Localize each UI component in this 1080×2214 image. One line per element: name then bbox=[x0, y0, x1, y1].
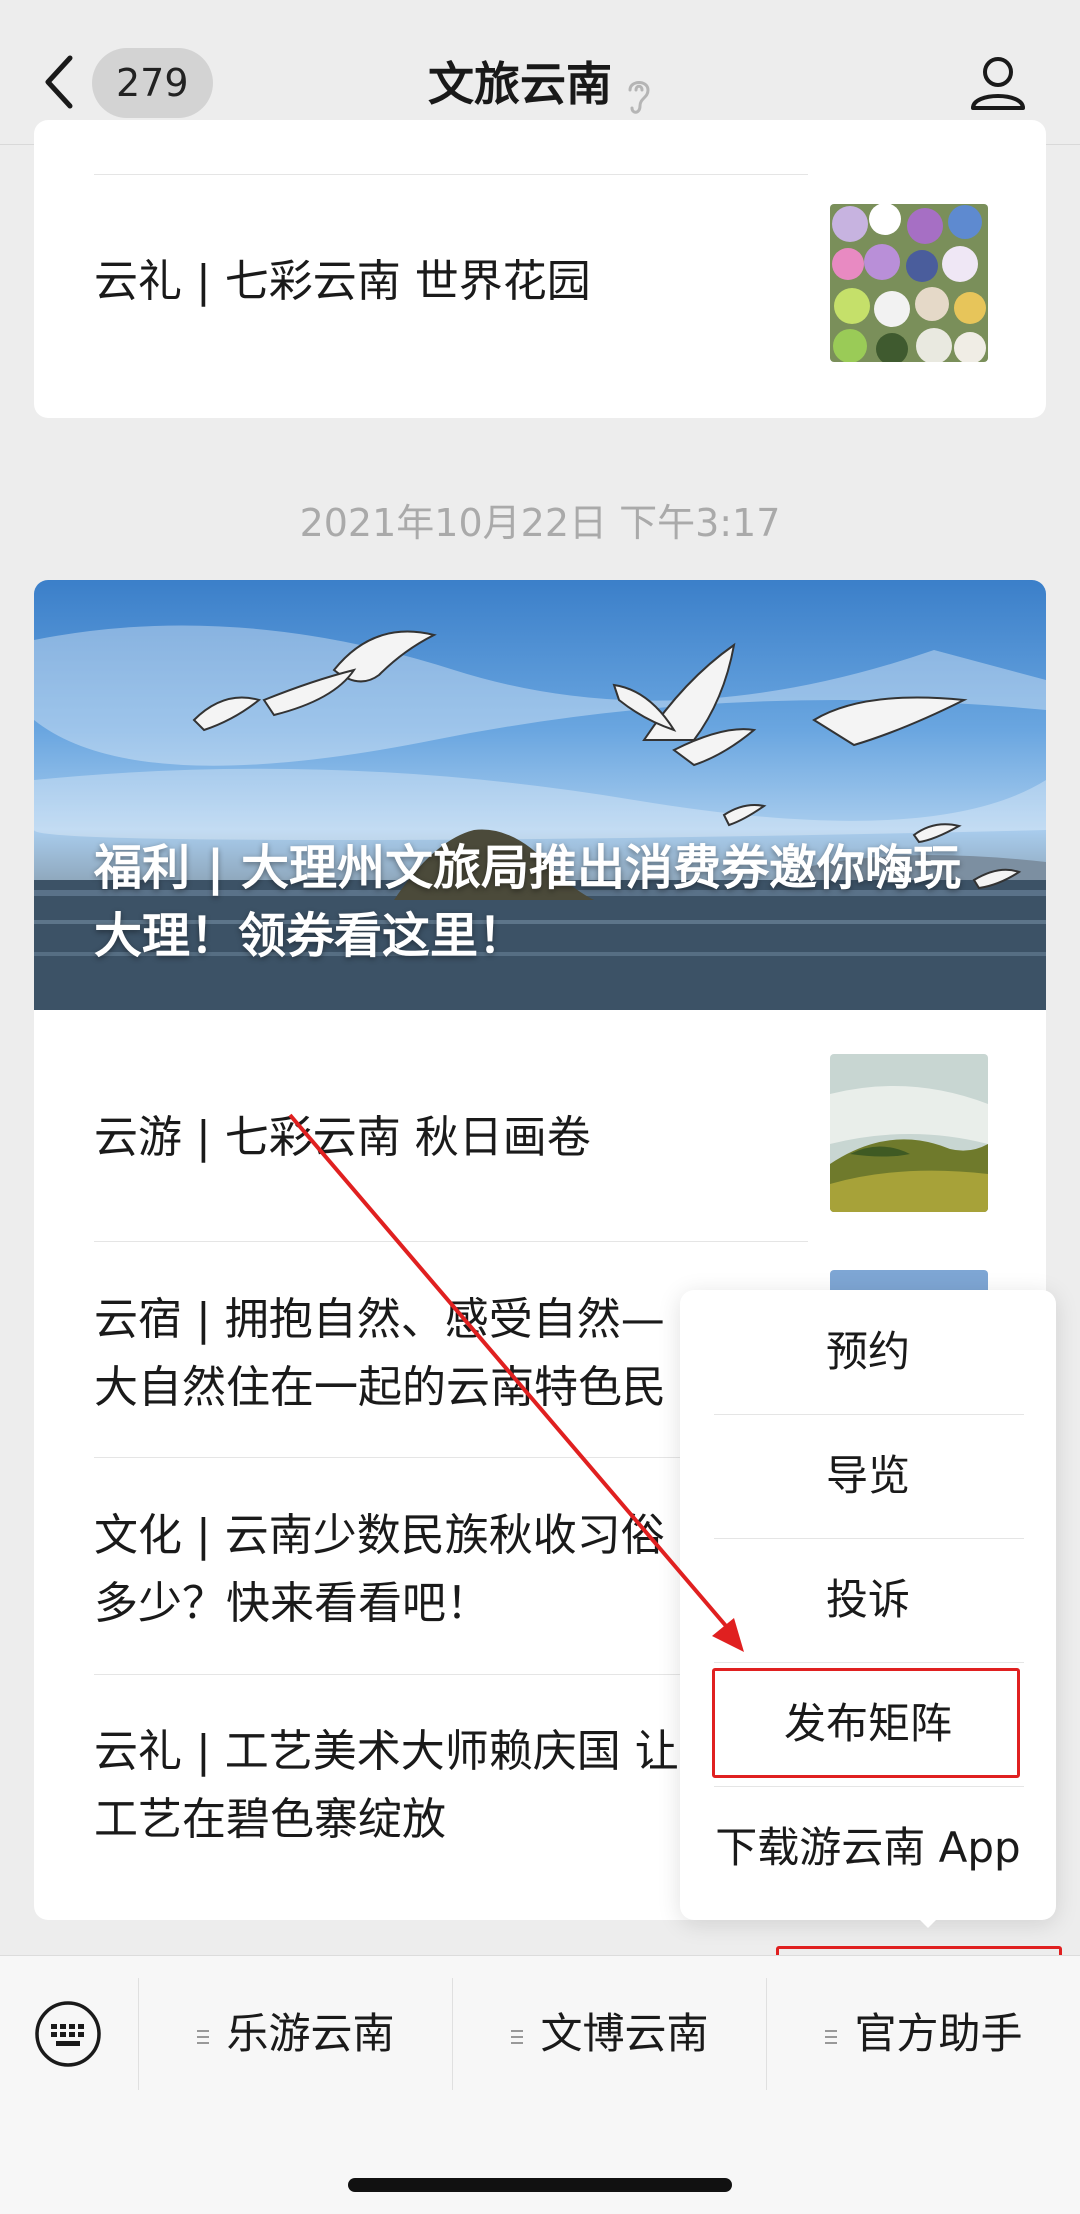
message-timestamp: 2021年10月22日 下午3:17 bbox=[299, 501, 781, 545]
menu-item-reserve[interactable]: 预约 bbox=[680, 1290, 1056, 1414]
hero-cover-image[interactable]: 福利 | 大理州文旅局推出消费券邀你嗨玩大理！领券看这里！ bbox=[34, 580, 1046, 1010]
article-row-title-line2[interactable]: 多少？快来看看吧！ bbox=[94, 1570, 490, 1638]
title-wrap: 文旅云南 bbox=[0, 52, 1080, 118]
article-row-title[interactable]: 云礼 | 工艺美术大师赖庆国 让 bbox=[94, 1718, 679, 1786]
menu-item-guide[interactable]: 导览 bbox=[680, 1414, 1056, 1538]
article-row-title[interactable]: 云游 | 七彩云南 秋日画卷 bbox=[94, 1104, 591, 1172]
bottom-menu-bar: 乐游云南 文博云南 官方助手 bbox=[0, 1955, 1080, 2214]
article-row-title[interactable]: 云礼 | 七彩云南 世界花园 bbox=[94, 248, 591, 316]
tab-label: 乐游云南 bbox=[226, 2009, 395, 2058]
tab-label: 官方助手 bbox=[854, 2009, 1023, 2058]
keyboard-icon[interactable] bbox=[34, 2000, 102, 2068]
hero-article-title[interactable]: 福利 | 大理州文旅局推出消费券邀你嗨玩大理！领券看这里！ bbox=[94, 834, 994, 970]
highlight-box-publish-matrix bbox=[712, 1668, 1020, 1778]
official-assistant-submenu: 预约 导览 投诉 发布矩阵 下载游云南 App bbox=[680, 1290, 1056, 1920]
tab-leyou-yunnan[interactable]: 乐游云南 bbox=[139, 1978, 452, 2090]
article-row-title-line2[interactable]: 工艺在碧色寨绽放 bbox=[94, 1786, 446, 1854]
row-divider bbox=[94, 1241, 808, 1242]
menu-item-download-app[interactable]: 下载游云南 App bbox=[680, 1786, 1056, 1910]
menu-lines-icon bbox=[825, 2029, 838, 2044]
popup-pointer bbox=[912, 1912, 944, 1928]
autumn-hills-thumbnail[interactable] bbox=[830, 1054, 988, 1212]
tab-wenbo-yunnan[interactable]: 文博云南 bbox=[453, 1978, 766, 2090]
menu-lines-icon bbox=[511, 2029, 524, 2044]
home-indicator[interactable] bbox=[348, 2178, 732, 2192]
tab-official-assistant[interactable]: 官方助手 bbox=[767, 1978, 1080, 2090]
menu-lines-icon bbox=[197, 2029, 210, 2044]
page-title: 文旅云南 bbox=[428, 57, 612, 111]
tab-label: 文博云南 bbox=[540, 2009, 709, 2058]
article-row-title[interactable]: 文化 | 云南少数民族秋收习俗 bbox=[94, 1502, 665, 1570]
profile-icon[interactable] bbox=[968, 52, 1028, 112]
article-row-title-line2[interactable]: 大自然住在一起的云南特色民 bbox=[94, 1354, 666, 1422]
flowers-thumbnail[interactable] bbox=[830, 204, 988, 362]
mute-ear-icon bbox=[628, 80, 650, 114]
row-divider bbox=[94, 174, 808, 175]
article-card-previous[interactable]: 云礼 | 七彩云南 世界花园 bbox=[34, 120, 1046, 418]
menu-item-complaint[interactable]: 投诉 bbox=[680, 1538, 1056, 1662]
article-row-title[interactable]: 云宿 | 拥抱自然、感受自然— bbox=[94, 1286, 665, 1354]
